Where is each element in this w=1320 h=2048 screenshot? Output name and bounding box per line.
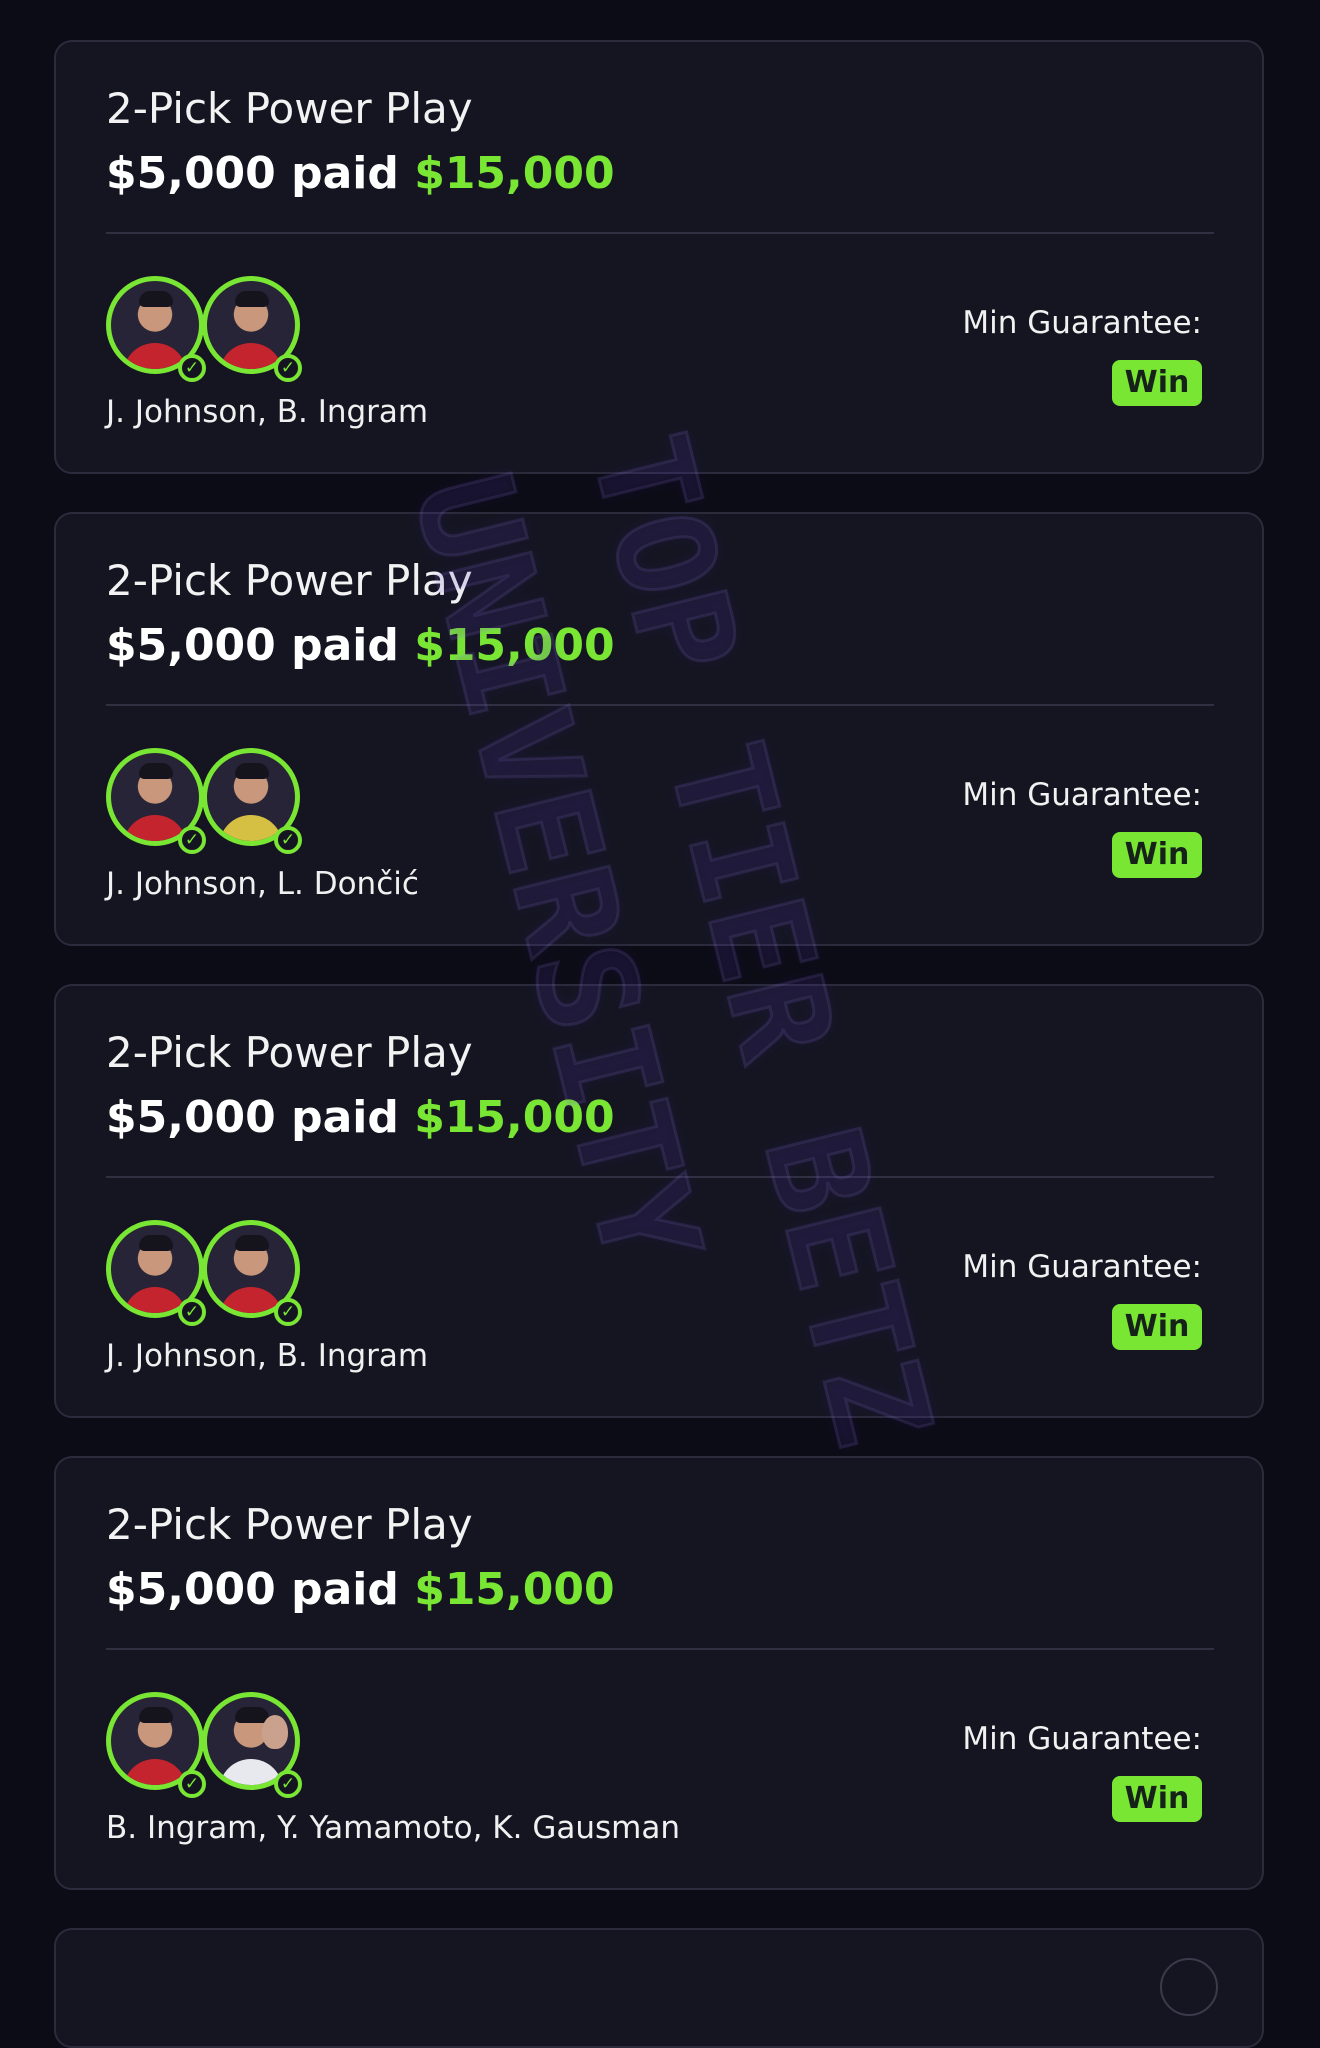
paid-amount: $5,000 paid <box>106 1564 399 1615</box>
paid-amount: $5,000 paid <box>106 620 399 671</box>
bet-amounts: $5,000 paid $15,000 <box>106 148 615 199</box>
win-status-badge: Win <box>1112 1304 1202 1350</box>
paid-amount: $5,000 paid <box>106 148 399 199</box>
bet-title: 2-Pick Power Play <box>106 556 473 605</box>
player-hair <box>235 1235 269 1251</box>
bet-card[interactable]: 2-Pick Power Play $5,000 paid $15,000 ✓ … <box>54 40 1264 474</box>
min-guarantee-label: Min Guarantee: <box>962 777 1202 813</box>
min-guarantee-label: Min Guarantee: <box>962 1249 1202 1285</box>
bet-amounts: $5,000 paid $15,000 <box>106 620 615 671</box>
checkmark-icon: ✓ <box>178 1298 206 1326</box>
paid-amount: $5,000 paid <box>106 1092 399 1143</box>
bet-title: 2-Pick Power Play <box>106 84 473 133</box>
payout-amount: $15,000 <box>414 1564 615 1615</box>
checkmark-icon: ✓ <box>274 1770 302 1798</box>
player-names: B. Ingram, Y. Yamamoto, K. Gausman <box>106 1810 680 1846</box>
bet-card-partial[interactable] <box>54 1928 1264 2048</box>
player-hair <box>139 1707 173 1723</box>
bet-card[interactable]: 2-Pick Power Play $5,000 paid $15,000 ✓ … <box>54 984 1264 1418</box>
bet-amounts: $5,000 paid $15,000 <box>106 1092 615 1143</box>
player-hair <box>139 291 173 307</box>
payout-amount: $15,000 <box>414 620 615 671</box>
win-status-badge: Win <box>1112 832 1202 878</box>
card-divider <box>106 1176 1214 1178</box>
payout-amount: $15,000 <box>414 1092 615 1143</box>
min-guarantee-label: Min Guarantee: <box>962 1721 1202 1757</box>
bet-title: 2-Pick Power Play <box>106 1500 473 1549</box>
bet-card[interactable]: 2-Pick Power Play $5,000 paid $15,000 ✓ … <box>54 512 1264 946</box>
player-names: J. Johnson, B. Ingram <box>106 394 429 430</box>
win-status-badge: Win <box>1112 360 1202 406</box>
player-hair <box>139 1235 173 1251</box>
bottom-ring-icon <box>1160 1958 1218 2016</box>
checkmark-icon: ✓ <box>274 1298 302 1326</box>
bet-card-feed: 2-Pick Power Play $5,000 paid $15,000 ✓ … <box>0 0 1320 2048</box>
checkmark-icon: ✓ <box>178 354 206 382</box>
win-status-badge: Win <box>1112 1776 1202 1822</box>
card-divider <box>106 1648 1214 1650</box>
checkmark-icon: ✓ <box>274 354 302 382</box>
bet-card[interactable]: 2-Pick Power Play $5,000 paid $15,000 ✓ … <box>54 1456 1264 1890</box>
min-guarantee-label: Min Guarantee: <box>962 305 1202 341</box>
checkmark-icon: ✓ <box>274 826 302 854</box>
checkmark-icon: ✓ <box>178 1770 206 1798</box>
card-divider <box>106 704 1214 706</box>
payout-amount: $15,000 <box>414 148 615 199</box>
card-divider <box>106 232 1214 234</box>
player-names: J. Johnson, L. Dončić <box>106 866 419 902</box>
player-hair <box>235 1707 269 1723</box>
player-hair <box>235 763 269 779</box>
player-hair <box>235 291 269 307</box>
checkmark-icon: ✓ <box>178 826 206 854</box>
bet-amounts: $5,000 paid $15,000 <box>106 1564 615 1615</box>
player-names: J. Johnson, B. Ingram <box>106 1338 429 1374</box>
bet-title: 2-Pick Power Play <box>106 1028 473 1077</box>
player-hair <box>139 763 173 779</box>
